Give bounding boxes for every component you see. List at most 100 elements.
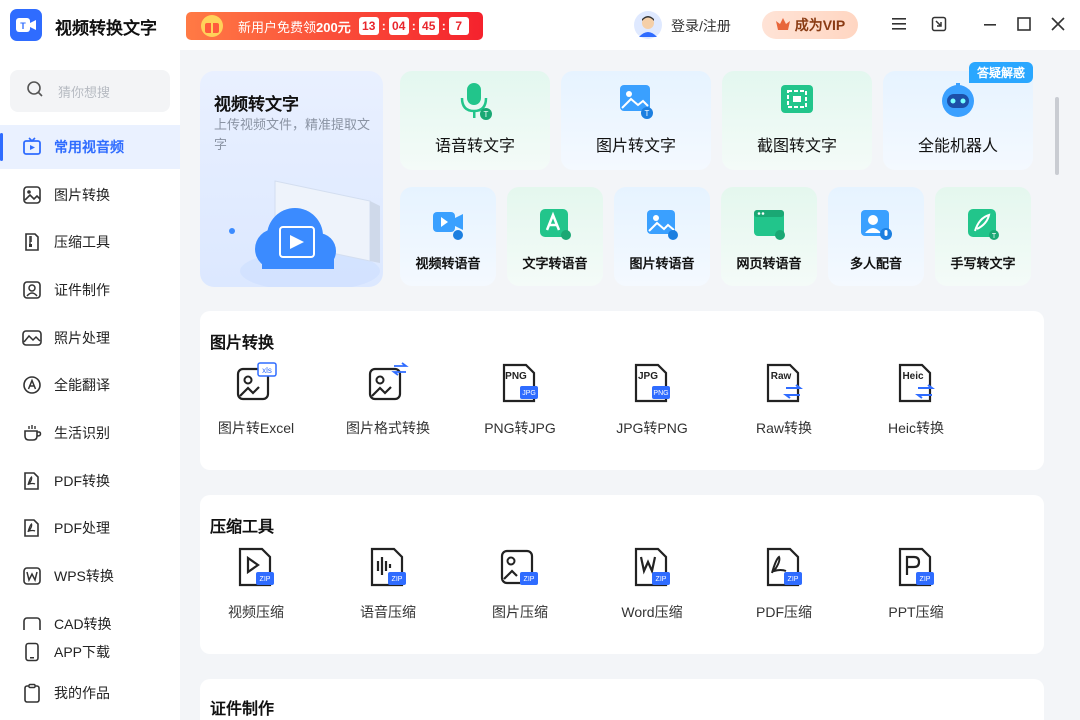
- image-zip-icon: ZIP: [498, 545, 542, 594]
- robot-icon: [938, 81, 978, 126]
- file-tool-label: Heic转换: [887, 420, 944, 436]
- file-tool-raw[interactable]: Raw Raw转换: [718, 361, 850, 438]
- svg-text:JPG: JPG: [638, 371, 658, 382]
- file-tool-heic[interactable]: Heic Heic转换: [850, 361, 982, 438]
- tool-label: 文字转语音: [522, 256, 588, 271]
- sidebar-item-label: 我的作品: [54, 685, 110, 701]
- tool-image-to-text[interactable]: T 图片转文字: [561, 71, 711, 170]
- close-icon[interactable]: [1047, 13, 1069, 35]
- sidebar-item-my-works[interactable]: 我的作品: [0, 671, 180, 715]
- sidebar-item-life[interactable]: 生活识别: [0, 411, 180, 455]
- mini-window-icon[interactable]: [928, 13, 950, 35]
- login-link[interactable]: 登录/注册: [671, 16, 731, 36]
- menu-icon[interactable]: [888, 13, 910, 35]
- file-tool-ppt-compress[interactable]: ZIP PPT压缩: [850, 545, 982, 622]
- section-compress: 压缩工具 ZIP 视频压缩 ZIP 语音压缩 ZIP 图片压缩 ZIP Word…: [200, 495, 1044, 654]
- sidebar-item-image-convert[interactable]: 图片转换: [0, 173, 180, 217]
- hero-card-video-to-text[interactable]: 视频转文字 上传视频文件，精准提取文字: [200, 71, 383, 287]
- translate-icon: [20, 373, 44, 397]
- tool-multi-voice[interactable]: 多人配音: [828, 187, 924, 286]
- handwriting-icon: T: [965, 206, 1001, 247]
- svg-text:Heic: Heic: [902, 371, 924, 382]
- svg-text:PNG: PNG: [505, 371, 527, 382]
- web-audio-icon: [751, 206, 787, 247]
- crown-icon: [775, 17, 791, 34]
- file-tool-word-compress[interactable]: ZIP Word压缩: [586, 545, 718, 622]
- sidebar-item-pdf-process[interactable]: PDF处理: [0, 506, 180, 550]
- tool-label: 语音转文字: [434, 138, 515, 155]
- file-tool-pdf-compress[interactable]: ZIP PDF压缩: [718, 545, 850, 622]
- tool-video-to-audio[interactable]: 视频转语音: [400, 187, 496, 286]
- phone-icon: [20, 640, 44, 664]
- vip-button[interactable]: 成为VIP: [762, 11, 858, 39]
- video-audio-icon: [430, 206, 466, 247]
- avatar[interactable]: [634, 11, 662, 39]
- tool-screenshot-to-text[interactable]: 截图转文字: [722, 71, 872, 170]
- tool-handwriting-to-text[interactable]: T 手写转文字: [935, 187, 1031, 286]
- screenshot-icon: [777, 81, 817, 126]
- file-tool-label: 图片压缩: [492, 604, 548, 620]
- file-tool-audio-compress[interactable]: ZIP 语音压缩: [322, 545, 454, 622]
- maximize-icon[interactable]: [1013, 13, 1035, 35]
- sidebar-item-label: 常用视音频: [54, 139, 124, 155]
- file-tool-image-to-excel[interactable]: xls 图片转Excel: [190, 361, 322, 438]
- sidebar-item-app-download[interactable]: APP下载: [0, 630, 180, 674]
- minimize-icon[interactable]: [979, 13, 1001, 35]
- svg-text:JPG: JPG: [522, 390, 536, 397]
- sidebar-item-wps[interactable]: WPS转换: [0, 554, 180, 598]
- search-input[interactable]: 猜你想搜: [10, 70, 170, 112]
- audio-zip-icon: ZIP: [366, 545, 410, 594]
- file-tool-jpg-to-png[interactable]: JPG PNG JPG转PNG: [586, 361, 718, 438]
- sidebar-item-id-photo[interactable]: 证件制作: [0, 268, 180, 312]
- tool-web-to-audio[interactable]: 网页转语音: [721, 187, 817, 286]
- file-tool-label: 图片转Excel: [217, 420, 295, 436]
- file-tool-image-format[interactable]: 图片格式转换: [322, 361, 454, 438]
- promo-banner[interactable]: 新用户免费领200元 13: 04: 45: 7: [186, 12, 483, 40]
- sidebar-item-label: 全能翻译: [54, 377, 110, 393]
- microphone-icon: T: [455, 81, 495, 126]
- main-content: 视频转文字 上传视频文件，精准提取文字 T 语音转文字 T 图片转文字 截图转文…: [180, 50, 1080, 720]
- svg-text:ZIP: ZIP: [788, 576, 799, 583]
- clipboard-icon: [20, 681, 44, 705]
- answer-badge[interactable]: 答疑解惑: [969, 62, 1033, 83]
- scrollbar-thumb[interactable]: [1055, 97, 1059, 175]
- file-tool-label: 语音压缩: [360, 604, 416, 620]
- sidebar-item-label: PDF处理: [54, 520, 110, 536]
- sidebar-item-photo[interactable]: 照片处理: [0, 316, 180, 360]
- sidebar-item-video-audio[interactable]: 常用视音频: [0, 125, 180, 169]
- sidebar-item-pdf-convert[interactable]: PDF转换: [0, 459, 180, 503]
- pdf-process-icon: [20, 516, 44, 540]
- svg-text:T: T: [20, 21, 26, 31]
- svg-text:PNG: PNG: [653, 390, 668, 397]
- sidebar-item-label: PDF转换: [54, 473, 110, 489]
- sidebar-bottom: APP下载 我的作品: [0, 630, 180, 720]
- file-tool-video-compress[interactable]: ZIP 视频压缩: [190, 545, 322, 622]
- app-title: 视频转换文字: [55, 19, 157, 38]
- sidebar-item-label: 证件制作: [54, 282, 110, 298]
- sidebar-item-translate[interactable]: 全能翻译: [0, 363, 180, 407]
- multi-voice-icon: [858, 206, 894, 247]
- sidebar-item-cad[interactable]: CAD转换: [0, 602, 180, 632]
- svg-text:T: T: [992, 233, 997, 240]
- image-icon: [20, 183, 44, 207]
- photo-icon: [20, 326, 44, 350]
- file-tool-label: JPG转PNG: [616, 420, 688, 436]
- tool-image-to-audio[interactable]: 图片转语音: [614, 187, 710, 286]
- svg-text:ZIP: ZIP: [920, 576, 931, 583]
- tool-speech-to-text[interactable]: T 语音转文字: [400, 71, 550, 170]
- raw-icon: Raw: [762, 361, 806, 410]
- file-tool-png-to-jpg[interactable]: PNG JPG PNG转JPG: [454, 361, 586, 438]
- heic-icon: Heic: [894, 361, 938, 410]
- word-zip-icon: ZIP: [630, 545, 674, 594]
- image-text-icon: T: [616, 81, 656, 126]
- tool-label: 全能机器人: [917, 138, 998, 155]
- hero-description: 上传视频文件，精准提取文字: [214, 117, 371, 152]
- pdf-zip-icon: ZIP: [762, 545, 806, 594]
- id-photo-icon: [20, 278, 44, 302]
- file-tool-label: 图片格式转换: [346, 420, 430, 436]
- file-tool-image-compress[interactable]: ZIP 图片压缩: [454, 545, 586, 622]
- tool-all-robot[interactable]: 全能机器人: [883, 71, 1033, 170]
- text-audio-icon: [537, 206, 573, 247]
- tool-text-to-audio[interactable]: 文字转语音: [507, 187, 603, 286]
- sidebar-item-compress[interactable]: 压缩工具: [0, 220, 180, 264]
